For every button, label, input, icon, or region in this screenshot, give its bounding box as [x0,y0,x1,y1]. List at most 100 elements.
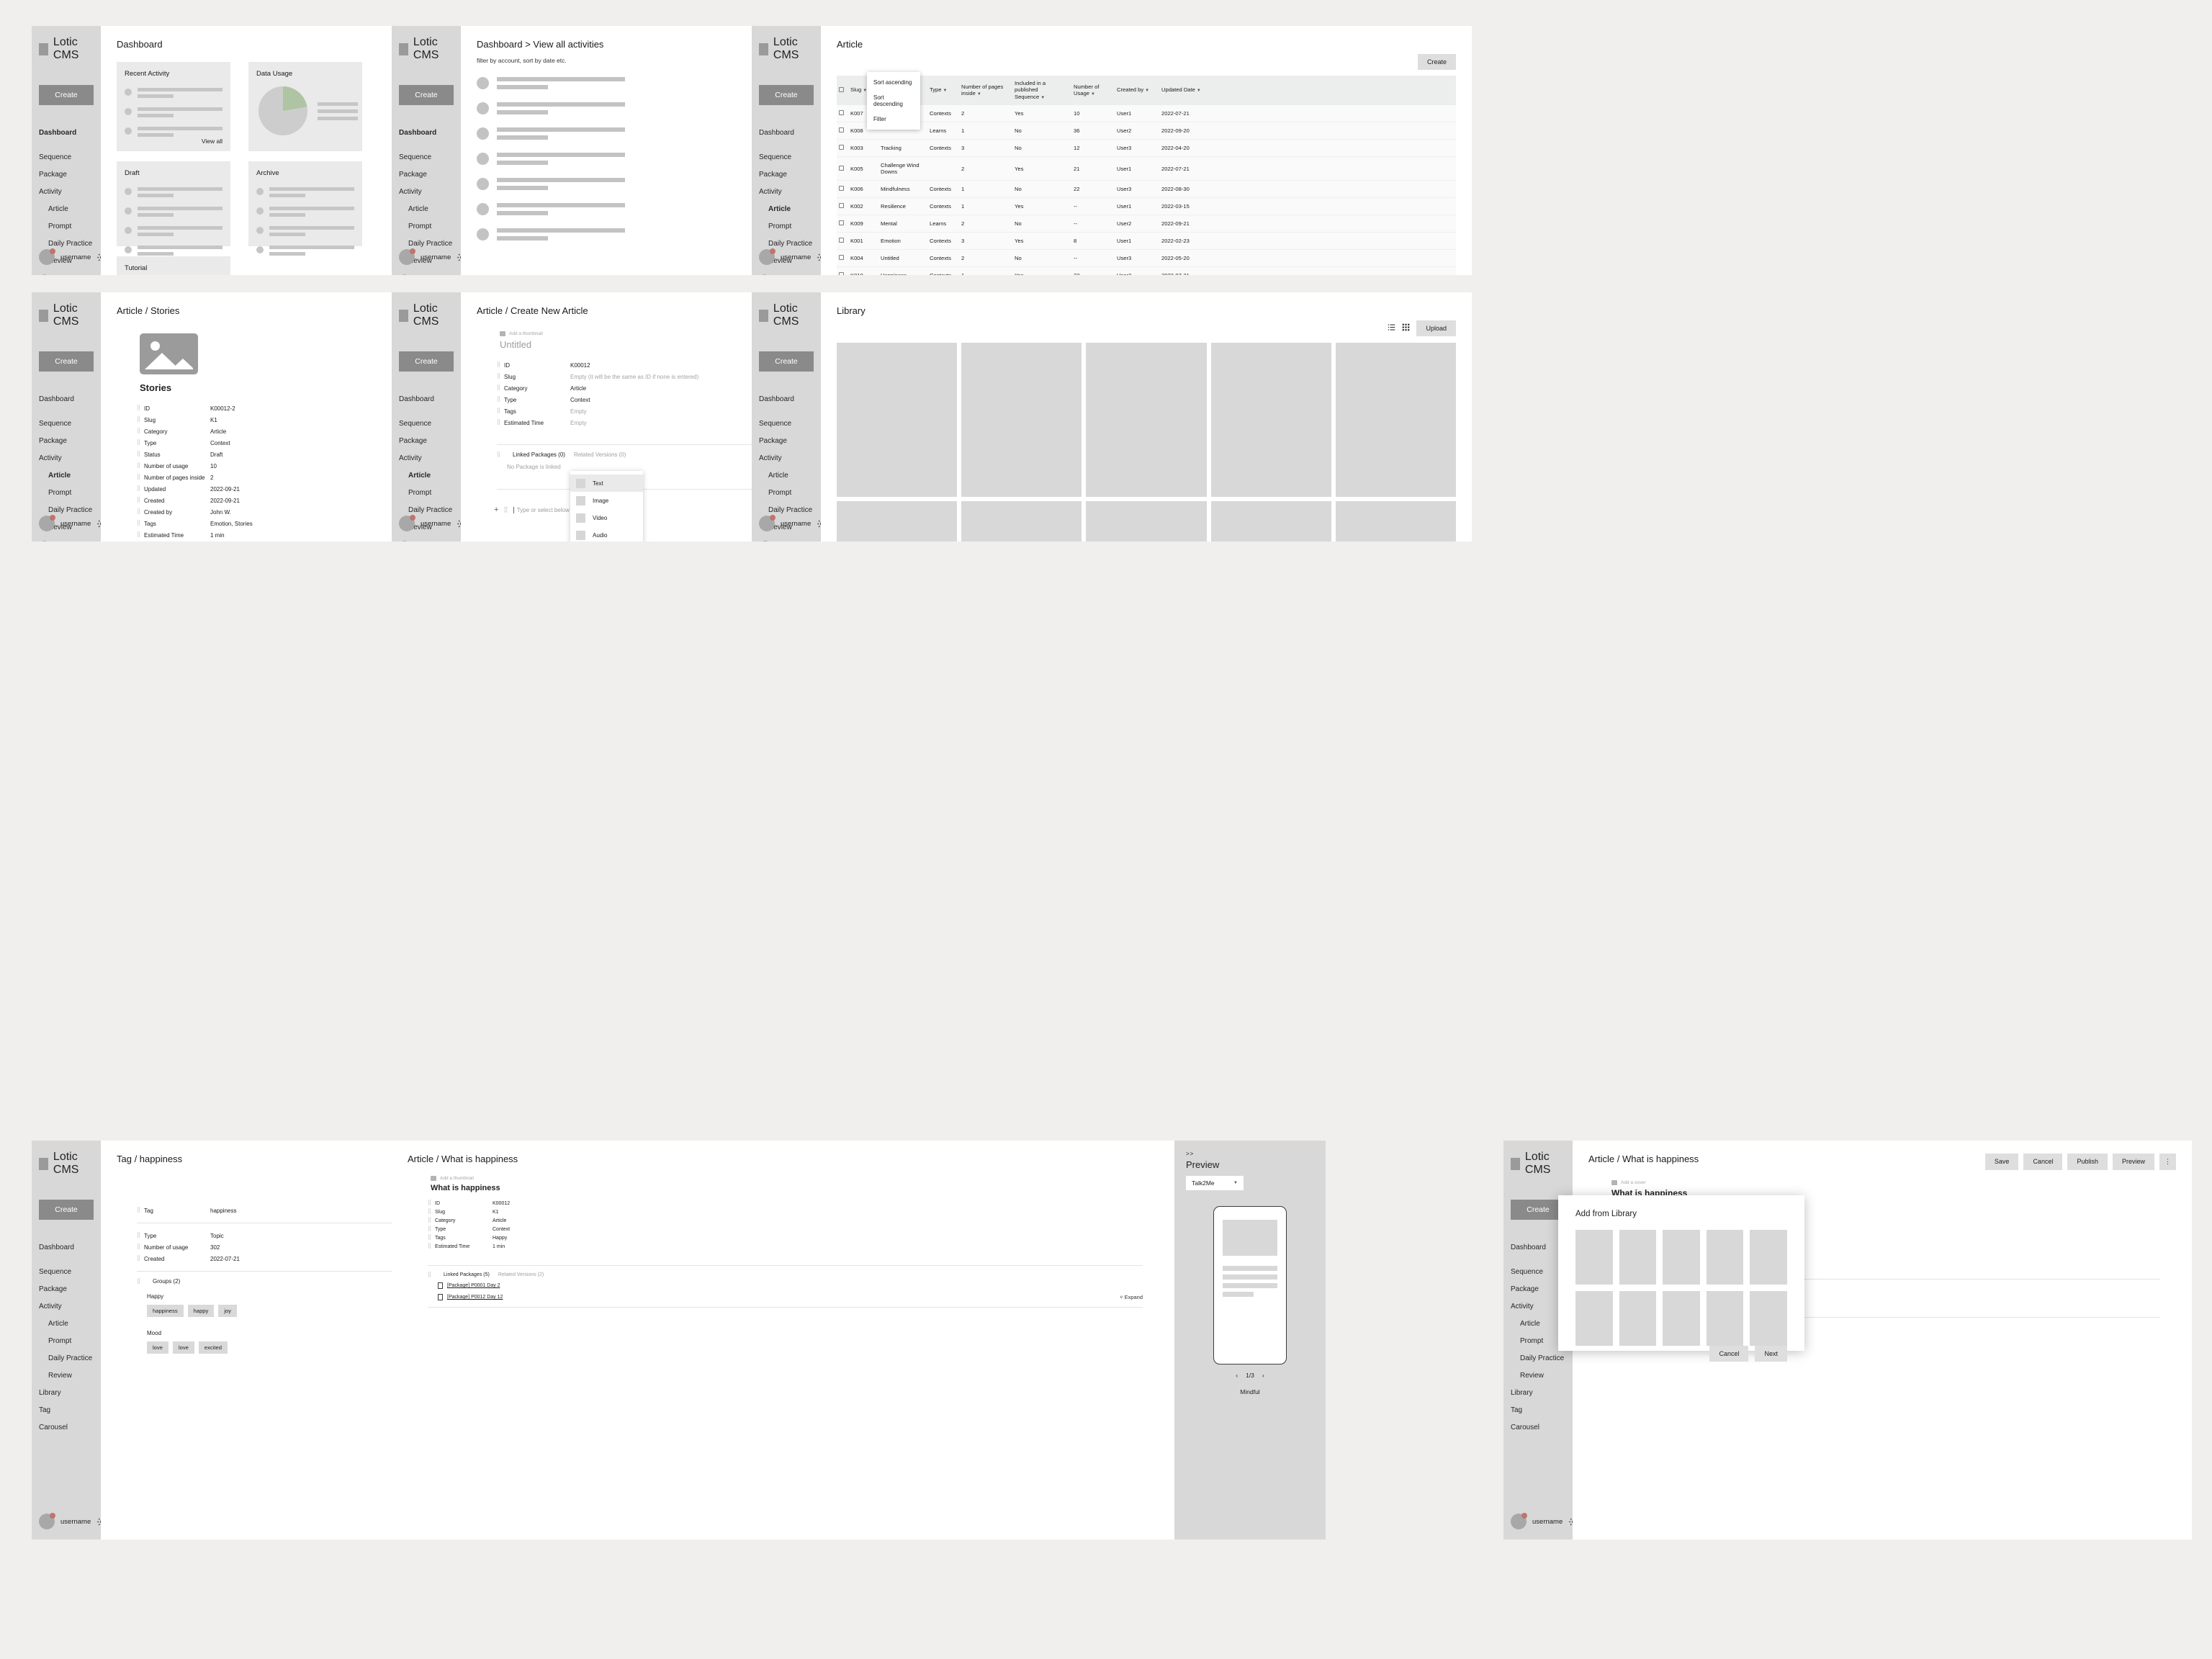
library-tile[interactable] [1750,1291,1787,1346]
modal-next-button[interactable]: Next [1755,1346,1787,1362]
sidebar-item-tag[interactable]: Tag [39,1401,94,1419]
table-row[interactable]: K002 Resilience Contexts 1 Yes -- User1 2022-03… [837,197,1456,216]
col-published[interactable]: Included in a published Sequence ▼ [1012,76,1071,106]
drag-handle-icon[interactable]: ⣿ [137,1233,144,1238]
drag-handle-icon[interactable]: ⣿ [503,507,508,512]
picker-item-image[interactable]: Image [570,492,643,509]
sidebar-item-library[interactable]: Library [759,269,814,276]
table-row[interactable]: K006 Mindfulness Contexts 1 No 22 User3 2022-08… [837,180,1456,199]
sidebar-item-dashboard[interactable]: Dashboard [399,390,454,408]
sidebar-item-prompt[interactable]: Prompt [399,217,454,235]
field-value[interactable]: Empty [570,420,587,426]
avatar[interactable] [39,515,55,531]
library-tile[interactable] [961,343,1082,498]
sidebar-item-sequence[interactable]: Sequence [759,415,814,432]
drag-handle-icon[interactable]: ⣿ [428,1272,435,1277]
drag-handle-icon[interactable]: ⣿ [137,1244,144,1249]
sidebar-item-package[interactable]: Package [759,432,814,449]
drag-handle-icon[interactable]: ⣿ [137,521,144,526]
drag-handle-icon[interactable]: ⣿ [137,440,144,445]
upload-button[interactable]: Upload [1416,320,1456,336]
sidebar-item-prompt[interactable]: Prompt [399,484,454,501]
field-value[interactable]: Context [570,397,590,403]
library-tile[interactable] [1663,1291,1700,1346]
drag-handle-icon[interactable]: ⣿ [428,1218,435,1223]
library-tile[interactable] [1335,343,1456,498]
sidebar-item-dashboard[interactable]: Dashboard [39,1238,94,1256]
expand-link[interactable]: ˅ Expand [1120,1294,1143,1300]
list-item[interactable]: [Package] P0012 Day 12 ˅ Expand [438,1294,1143,1300]
drag-handle-icon[interactable]: ⣿ [428,1244,435,1249]
drag-handle-icon[interactable]: ⣿ [497,385,504,390]
library-tile[interactable] [1619,1291,1657,1346]
drag-handle-icon[interactable]: ⣿ [137,1256,144,1261]
row-checkbox[interactable] [837,105,848,123]
table-row[interactable]: K003 Tracking Contexts 3 No 12 User3 2022-04-20 [837,139,1456,158]
sidebar-item-sequence[interactable]: Sequence [39,148,94,166]
table-row[interactable]: K008 Learns 1 No 36 User2 2022-09-20 [837,122,1456,140]
tag-chip[interactable]: happiness [147,1305,184,1317]
sidebar-item-package[interactable]: Package [1511,1280,1565,1298]
sidebar-item-dashboard[interactable]: Dashboard [39,124,94,141]
more-options-icon[interactable]: ⋮ [2159,1154,2176,1170]
drag-handle-icon[interactable]: ⣿ [137,1279,144,1284]
field-value[interactable]: K00012 [570,362,590,369]
sidebar-item-package[interactable]: Package [39,1280,94,1298]
drag-handle-icon[interactable]: ⣿ [137,463,144,468]
sidebar-item-article[interactable]: Article [1511,1315,1565,1332]
drag-handle-icon[interactable]: ⣿ [497,362,504,367]
sidebar-item-prompt[interactable]: Prompt [39,484,94,501]
table-row[interactable]: K001 Emotion Contexts 3 Yes 8 User1 2022-02-23 [837,232,1456,251]
sidebar-item-tag[interactable]: Tag [1511,1401,1565,1419]
package-link[interactable]: [Package] P0012 Day 12 [447,1295,503,1300]
save-button[interactable]: Save [1984,1154,2019,1170]
library-tile[interactable] [1086,501,1207,541]
row-checkbox[interactable] [837,139,848,158]
create-button[interactable]: Create [39,1200,94,1220]
cancel-button[interactable]: Cancel [2023,1154,2063,1170]
tab-linked-packages[interactable]: Linked Packages (5) [444,1272,490,1277]
drag-handle-icon[interactable]: ⣿ [137,486,144,491]
tab-linked-packages[interactable]: Linked Packages (0) [513,451,565,458]
sidebar-item-daily-practice[interactable]: Daily Practice [39,1349,94,1367]
sidebar-item-prompt[interactable]: Prompt [1511,1332,1565,1349]
sidebar-item-library[interactable]: Library [39,1384,94,1401]
menu-item-sort-ascending[interactable]: Sort ascending [867,75,920,90]
picker-item-audio[interactable]: Audio [570,526,643,541]
col-type[interactable]: Type ▼ [927,76,959,106]
sidebar-item-carousel[interactable]: Carousel [1511,1419,1565,1436]
picker-item-text[interactable]: Text [570,475,643,492]
modal-cancel-button[interactable]: Cancel [1709,1346,1749,1362]
row-checkbox[interactable] [837,180,848,199]
sidebar-item-sequence[interactable]: Sequence [1511,1263,1565,1280]
create-button[interactable]: Create [759,85,814,105]
sidebar-item-article[interactable]: Article [39,1315,94,1332]
sidebar-item-dashboard[interactable]: Dashboard [759,390,814,408]
sidebar-item-package[interactable]: Package [39,432,94,449]
tag-chip[interactable]: happy [187,1305,215,1317]
sidebar-item-dashboard[interactable]: Dashboard [1511,1238,1565,1256]
sidebar-item-activity[interactable]: Activity [399,449,454,467]
sidebar-item-library[interactable]: Library [759,536,814,542]
row-checkbox[interactable] [837,249,848,268]
create-article-button[interactable]: Create [1417,54,1456,70]
drag-handle-icon[interactable]: ⣿ [137,451,144,457]
create-button[interactable]: Create [399,85,454,105]
sidebar-item-sequence[interactable]: Sequence [759,148,814,166]
sidebar-item-package[interactable]: Package [399,432,454,449]
collapse-panel-icon[interactable]: >> [1186,1151,1314,1157]
picker-item-video[interactable]: Video [570,509,643,526]
sidebar-item-prompt[interactable]: Prompt [759,484,814,501]
tag-chip[interactable]: joy [218,1305,238,1317]
sidebar-item-library[interactable]: Library [39,536,94,542]
drag-handle-icon[interactable]: ⣿ [428,1235,435,1240]
table-row[interactable]: K007 Contexts 2 Yes 10 User1 2022-07-21 [837,105,1456,123]
sidebar-item-dashboard[interactable]: Dashboard [399,124,454,141]
list-view-icon[interactable] [1388,322,1395,335]
sidebar-item-library[interactable]: Library [399,269,454,276]
sidebar-item-article[interactable]: Article [39,467,94,484]
avatar[interactable] [39,1513,55,1529]
package-link[interactable]: [Package] P0001 Day 2 [447,1283,500,1288]
library-tile[interactable] [1086,343,1207,498]
avatar[interactable] [1511,1513,1527,1529]
